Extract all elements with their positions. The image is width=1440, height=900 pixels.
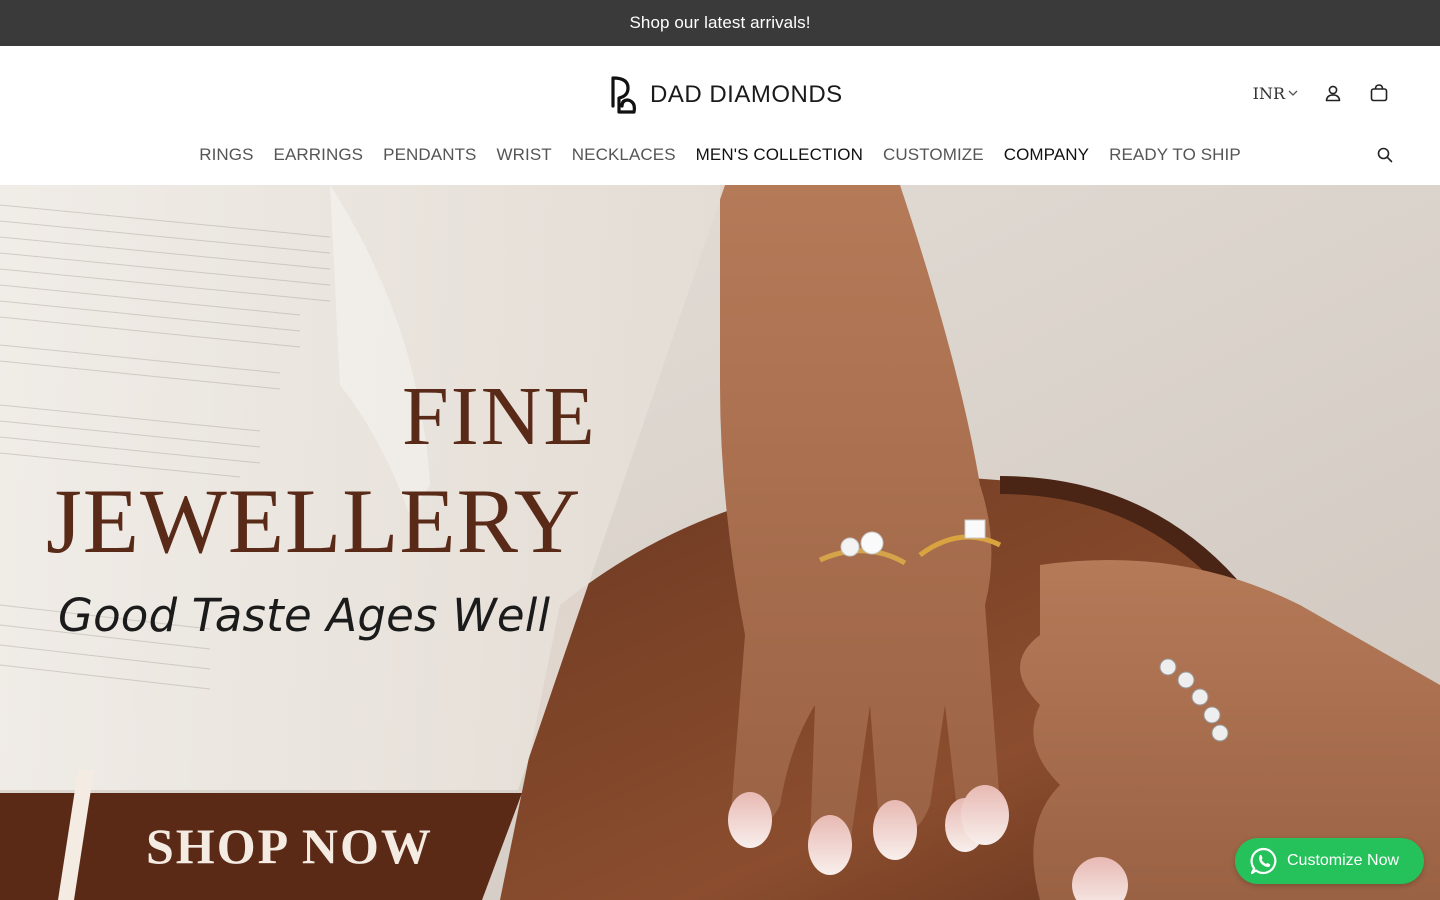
- chevron-down-icon: [1288, 90, 1298, 96]
- nav-item-ready-to-ship[interactable]: READY TO SHIP: [1109, 145, 1241, 165]
- account-icon[interactable]: [1322, 82, 1344, 104]
- brand-logo[interactable]: DAD DIAMONDS: [610, 76, 843, 114]
- nav-item-pendants[interactable]: PENDANTS: [383, 145, 476, 165]
- hero-tagline: Good Taste Ages Well: [58, 589, 551, 642]
- site-header: DAD DIAMONDS INR RINGS EARRINGS PENDANTS…: [0, 46, 1440, 185]
- hero-title-line2: JEWELLERY: [46, 470, 582, 572]
- header-utilities: INR: [1253, 82, 1390, 104]
- brand-name: DAD DIAMONDS: [650, 81, 843, 108]
- nav-item-mens-collection[interactable]: MEN'S COLLECTION: [696, 145, 863, 165]
- announcement-bar: Shop our latest arrivals!: [0, 0, 1440, 46]
- announcement-text: Shop our latest arrivals!: [629, 13, 811, 32]
- whatsapp-customize-button[interactable]: Customize Now: [1235, 838, 1424, 884]
- search-icon[interactable]: [1376, 146, 1394, 164]
- logo-mark-icon: [611, 76, 636, 114]
- nav-item-necklaces[interactable]: NECKLACES: [572, 145, 676, 165]
- whatsapp-label: Customize Now: [1287, 852, 1400, 869]
- main-nav: RINGS EARRINGS PENDANTS WRIST NECKLACES …: [0, 140, 1440, 170]
- nav-item-customize[interactable]: CUSTOMIZE: [883, 145, 984, 165]
- nav-item-rings[interactable]: RINGS: [199, 145, 253, 165]
- whatsapp-icon: [1250, 847, 1277, 875]
- hero-banner[interactable]: FINE JEWELLERY Good Taste Ages Well SHOP…: [0, 185, 1440, 900]
- shop-now-button[interactable]: SHOP NOW: [146, 821, 433, 871]
- cart-icon[interactable]: [1368, 82, 1390, 104]
- nav-item-earrings[interactable]: EARRINGS: [274, 145, 364, 165]
- nav-item-company[interactable]: COMPANY: [1004, 145, 1089, 165]
- currency-selector[interactable]: INR: [1253, 84, 1298, 103]
- currency-label: INR: [1252, 83, 1285, 103]
- nav-item-wrist[interactable]: WRIST: [497, 145, 552, 165]
- hero-title-line1: FINE: [402, 370, 597, 463]
